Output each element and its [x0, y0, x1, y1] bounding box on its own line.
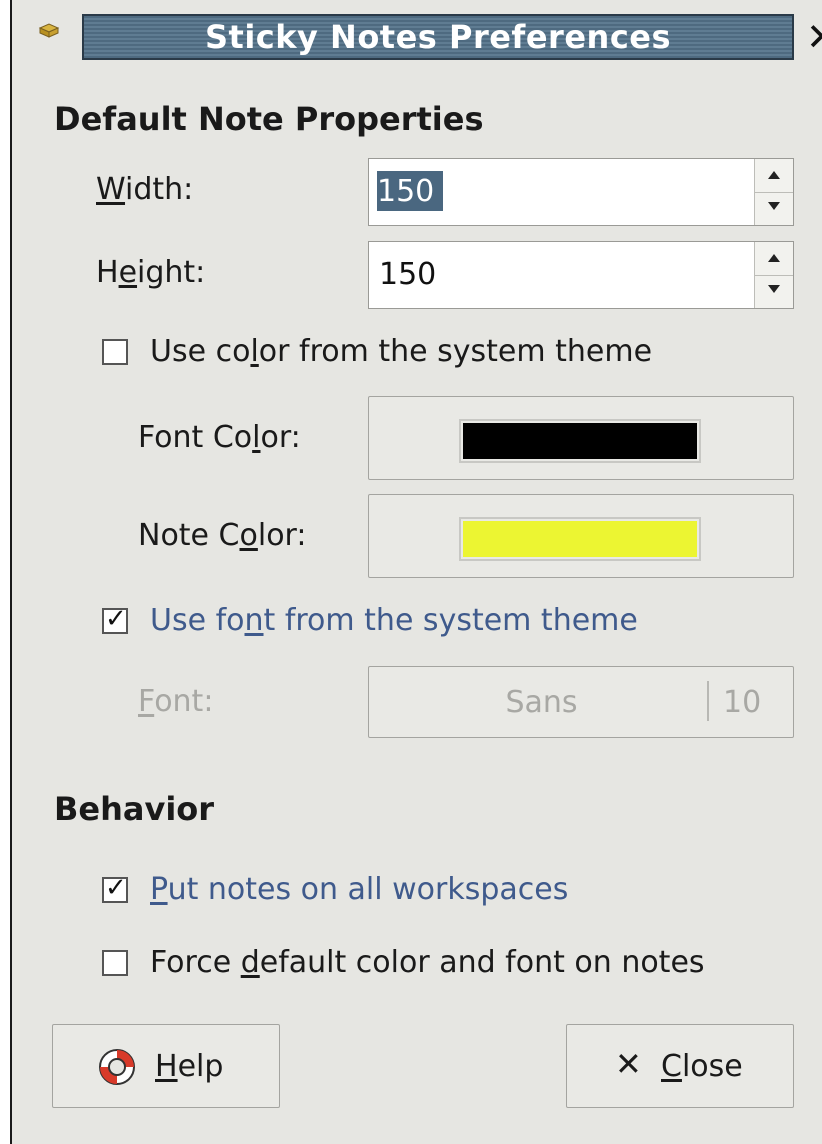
force-default-checkbox[interactable] — [102, 950, 128, 976]
title-bar[interactable]: Sticky Notes Preferences ✕ — [14, 0, 822, 72]
all-workspaces-label[interactable]: Put notes on all workspaces — [150, 872, 568, 907]
width-label: Width: — [96, 172, 194, 207]
arrow-down-icon — [768, 202, 780, 210]
note-color-swatch — [459, 517, 701, 561]
font-color-button[interactable] — [368, 396, 794, 480]
checkmark-icon: ✓ — [105, 873, 127, 903]
font-picker-button[interactable]: Sans 10 — [368, 666, 794, 738]
lifebuoy-icon — [99, 1049, 135, 1085]
title-strip[interactable]: Sticky Notes Preferences — [82, 14, 794, 60]
height-increment-button[interactable] — [755, 242, 793, 276]
font-label: Font: — [138, 684, 214, 719]
height-label: Height: — [96, 255, 206, 290]
font-name-value: Sans — [505, 685, 578, 720]
font-color-swatch — [459, 419, 701, 463]
arrow-up-icon — [768, 171, 780, 179]
font-separator — [707, 681, 709, 721]
all-workspaces-checkbox[interactable]: ✓ — [102, 873, 128, 903]
note-color-button[interactable] — [368, 494, 794, 578]
use-theme-color-checkbox[interactable] — [102, 339, 128, 365]
height-spinbutton[interactable] — [368, 241, 794, 309]
height-decrement-button[interactable] — [755, 275, 793, 308]
help-button[interactable]: Help — [52, 1024, 280, 1108]
use-theme-font-checkbox[interactable]: ✓ — [102, 604, 128, 634]
window-close-icon[interactable]: ✕ — [806, 14, 822, 60]
width-spinbutton[interactable] — [368, 158, 794, 226]
window-menu-icon[interactable] — [38, 22, 60, 40]
section-default-note-properties: Default Note Properties — [54, 100, 484, 138]
arrow-up-icon — [768, 254, 780, 262]
close-button-label: Close — [661, 1049, 743, 1084]
arrow-down-icon — [768, 285, 780, 293]
font-size-value: 10 — [723, 685, 762, 720]
width-input[interactable] — [377, 171, 443, 211]
close-button[interactable]: ✕ Close — [566, 1024, 794, 1108]
window-frame — [0, 0, 12, 1144]
font-color-label: Font Color: — [138, 420, 301, 455]
section-behavior: Behavior — [54, 790, 215, 828]
use-theme-color-label[interactable]: Use color from the system theme — [150, 334, 652, 369]
use-theme-font-label[interactable]: Use font from the system theme — [150, 603, 638, 638]
width-increment-button[interactable] — [755, 159, 793, 193]
window-title: Sticky Notes Preferences — [204, 18, 672, 56]
height-input[interactable] — [379, 254, 749, 294]
force-default-label[interactable]: Force default color and font on notes — [150, 945, 705, 980]
close-x-icon: ✕ — [615, 1045, 642, 1083]
note-color-label: Note Color: — [138, 518, 307, 553]
width-decrement-button[interactable] — [755, 192, 793, 225]
checkmark-icon: ✓ — [105, 604, 127, 634]
help-button-label: Help — [155, 1049, 224, 1084]
